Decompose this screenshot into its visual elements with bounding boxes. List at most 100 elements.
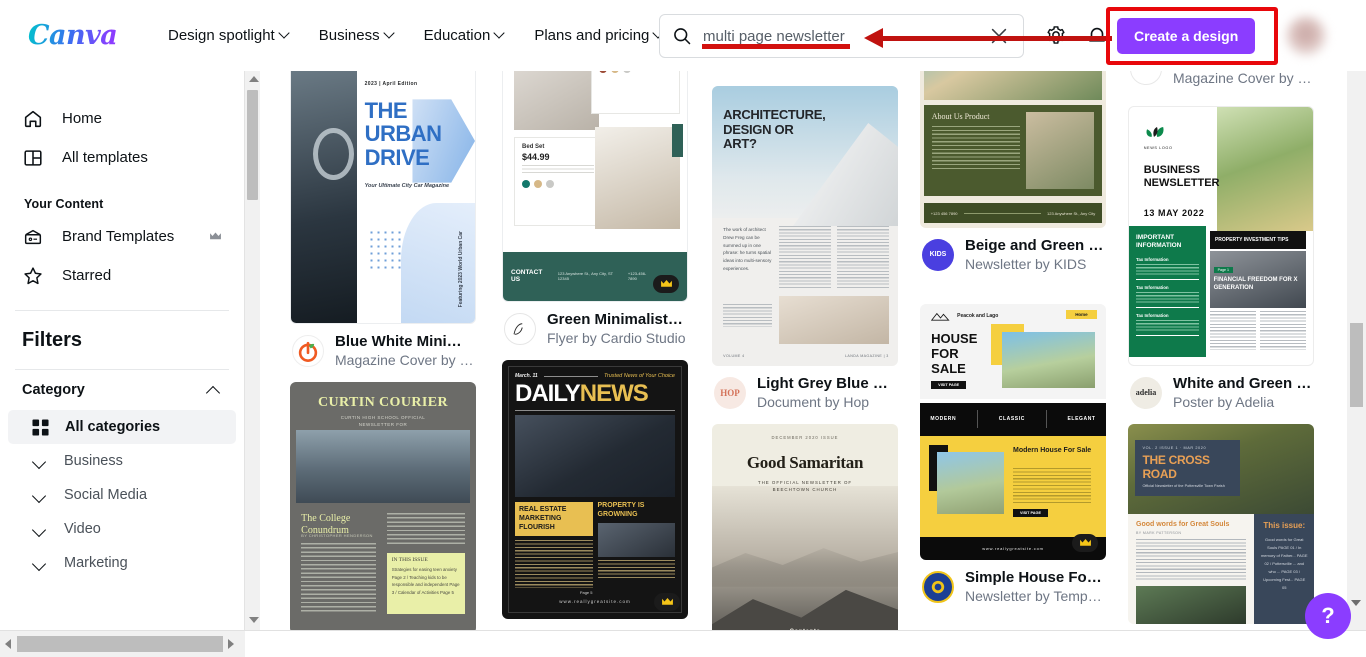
- crown-icon: [210, 232, 221, 240]
- template-thumbnail[interactable]: 2023 | April Edition THE URBAN DRIVE You…: [290, 62, 476, 324]
- chevron-down-icon: [280, 29, 289, 38]
- art-headline: Good words for Great Souls: [1136, 521, 1230, 528]
- art-tab-3: ELEGANT: [1067, 416, 1096, 423]
- art-brand: Peacok and Lago: [957, 313, 999, 320]
- scroll-left-arrow-icon[interactable]: [5, 639, 11, 649]
- template-card[interactable]: VOL. 2 ISSUE 1 · MAR 2020 THE CROSS ROAD…: [1128, 424, 1314, 624]
- art-name-a: DAILY: [515, 380, 581, 407]
- sidebar-item-brand-templates[interactable]: Brand Templates: [0, 217, 244, 256]
- create-a-design-button[interactable]: Create a design: [1117, 18, 1256, 54]
- art-phone: +123 456 7890: [930, 210, 958, 216]
- template-card[interactable]: CURTIN COURIER CURTIN HIGH SCHOOL OFFICI…: [290, 382, 476, 634]
- template-card[interactable]: NEWS LOGO BUSINESS NEWSLETTER 13 MAY 202…: [1128, 106, 1314, 416]
- art-strip: PROPERTY INVESTMENT TIPS: [1209, 230, 1306, 249]
- help-button[interactable]: ?: [1305, 593, 1351, 639]
- art-headline-2: PROPERTY IS GROWNING: [597, 502, 645, 518]
- art-h2: DESIGN OR: [723, 121, 794, 137]
- template-card[interactable]: 2023 | April Edition THE URBAN DRIVE You…: [290, 62, 476, 374]
- nav-label: Design spotlight: [168, 27, 275, 44]
- template-thumbnail[interactable]: CURTIN COURIER CURTIN HIGH SCHOOL OFFICI…: [290, 382, 476, 634]
- template-results-grid: 2023 | April Edition THE URBAN DRIVE You…: [262, 50, 1340, 657]
- art-side-item: Tax Information: [1136, 312, 1169, 318]
- template-subtitle: Poster by Adelia: [1173, 394, 1275, 410]
- nav-label: Business: [318, 27, 380, 44]
- annotation-arrow-head: [864, 28, 883, 48]
- template-meta-text: Blue White Minimal... Magazine Cover by …: [335, 333, 474, 368]
- sidebar-item-label: Video: [64, 521, 101, 537]
- horizontal-scrollbar[interactable]: [0, 630, 1366, 657]
- brand-templates-icon: [24, 229, 42, 244]
- template-meta-text: Simple House For S... Newsletter by Temp…: [965, 569, 1104, 604]
- nav-item-education[interactable]: Education: [424, 27, 505, 44]
- author-logo: [292, 334, 324, 367]
- annotation-underline: [702, 44, 850, 49]
- scroll-up-arrow-icon[interactable]: [249, 76, 259, 82]
- template-thumbnail[interactable]: Peacok and Lago Home HOUSE FOR SALE VISI…: [920, 304, 1106, 560]
- template-card[interactable]: DECEMBER 2020 ISSUE Good Samaritan THE O…: [712, 424, 898, 644]
- lemon-logo-icon: [298, 341, 318, 362]
- gear-icon[interactable]: [1045, 24, 1067, 46]
- sidebar-horizontal-scrollbar[interactable]: [0, 631, 245, 657]
- nav-item-design-spotlight[interactable]: Design spotlight: [168, 27, 289, 44]
- horizontal-scrollbar-thumb[interactable]: [17, 636, 223, 652]
- bell-icon[interactable]: [1086, 24, 1108, 46]
- scroll-down-arrow-icon[interactable]: [249, 617, 259, 623]
- nav-item-business[interactable]: Business: [319, 27, 394, 44]
- art-byline: BY MARK PATTERSON: [1136, 531, 1182, 536]
- nav-item-plans-and-pricing[interactable]: Plans and pricing: [534, 27, 663, 44]
- category-section-toggle[interactable]: Category: [0, 370, 244, 410]
- canva-logo[interactable]: Canva: [28, 20, 124, 51]
- sidebar-item-marketing[interactable]: Marketing: [8, 546, 236, 580]
- scroll-right-arrow-icon[interactable]: [228, 639, 234, 649]
- template-card[interactable]: March. 11 Trusted News of Your Choice DA…: [502, 360, 688, 657]
- art-page-tag: Page 1: [1213, 266, 1234, 273]
- sidebar-item-label: Marketing: [64, 555, 128, 571]
- scroll-down-arrow-icon[interactable]: [1351, 600, 1361, 606]
- template-subtitle: Magazine Cover by Lem...: [335, 352, 474, 368]
- template-card[interactable]: ARCHITECTURE, DESIGN OR ART? The work of…: [712, 86, 898, 416]
- template-thumbnail[interactable]: NEWS LOGO BUSINESS NEWSLETTER 13 MAY 202…: [1128, 106, 1314, 366]
- avatar[interactable]: [1286, 16, 1326, 56]
- template-card[interactable]: About Us Product +123 456 7890 123 Anywh…: [920, 50, 1106, 278]
- top-header: Canva Design spotlight Business Educatio…: [0, 0, 1366, 71]
- template-thumbnail[interactable]: About Us Product +123 456 7890 123 Anywh…: [920, 50, 1106, 228]
- sidebar-item-all-categories[interactable]: All categories: [8, 410, 236, 444]
- template-card[interactable]: Peacok and Lago Home HOUSE FOR SALE VISI…: [920, 304, 1106, 610]
- template-thumbnail[interactable]: ARCHITECTURE, DESIGN OR ART? The work of…: [712, 86, 898, 366]
- art-h1: BUSINESS: [1143, 163, 1200, 176]
- template-thumbnail[interactable]: VOL. 2 ISSUE 1 · MAR 2020 THE CROSS ROAD…: [1128, 424, 1314, 624]
- chevron-up-icon: [207, 386, 220, 394]
- sidebar-item-business[interactable]: Business: [8, 444, 236, 478]
- art-side: Featuring 2023 World Urban Car: [457, 231, 464, 308]
- grid-icon: [32, 418, 49, 436]
- sidebar-scrollbar-thumb[interactable]: [247, 90, 258, 200]
- sidebar-item-social-media[interactable]: Social Media: [8, 478, 236, 512]
- template-thumbnail[interactable]: March. 11 Trusted News of Your Choice DA…: [502, 360, 688, 619]
- sidebar-item-video[interactable]: Video: [8, 512, 236, 546]
- temptaction-logo-icon: [931, 580, 945, 593]
- template-meta-text: Light Grey Blue Bei... Document by Hop: [757, 375, 896, 410]
- premium-badge: [653, 275, 679, 293]
- art-footer-right: LANDA MAGAZINE | 3: [845, 353, 889, 358]
- art-tagline: Trusted News of Your Choice: [603, 373, 675, 379]
- chevron-down-icon: [32, 521, 48, 537]
- main-scrollbar-thumb[interactable]: [1350, 323, 1363, 407]
- sidebar-item-all-templates[interactable]: All templates: [0, 138, 244, 177]
- author-logo: HOP: [714, 376, 746, 409]
- template-meta: adelia White and Green Si... Poster by A…: [1128, 366, 1314, 416]
- art-h2: FOR: [931, 346, 959, 362]
- main-nav: Design spotlight Business Education Plan…: [168, 27, 663, 44]
- sidebar-item-home[interactable]: Home: [0, 99, 244, 138]
- sidebar-item-starred[interactable]: Starred: [0, 256, 244, 295]
- art-cta: VISIT PAGE: [1013, 508, 1049, 517]
- sidebar-section-label: Your Content: [24, 197, 104, 211]
- template-thumbnail[interactable]: DECEMBER 2020 ISSUE Good Samaritan THE O…: [712, 424, 898, 644]
- template-thumbnail[interactable]: Fabric Couch $124.99 Bed Set $44.99: [502, 50, 688, 302]
- template-meta: Simple House For S... Newsletter by Temp…: [920, 560, 1106, 610]
- template-subtitle: Magazine Cover by Vuni...: [1173, 70, 1312, 86]
- template-card[interactable]: Fabric Couch $124.99 Bed Set $44.99: [502, 50, 688, 352]
- crown-icon: [1079, 538, 1091, 546]
- art-name-b: NEWS: [579, 380, 649, 407]
- art-lead: The work of architect Drew Freg can be s…: [723, 227, 772, 271]
- filters-title: Filters: [22, 329, 83, 351]
